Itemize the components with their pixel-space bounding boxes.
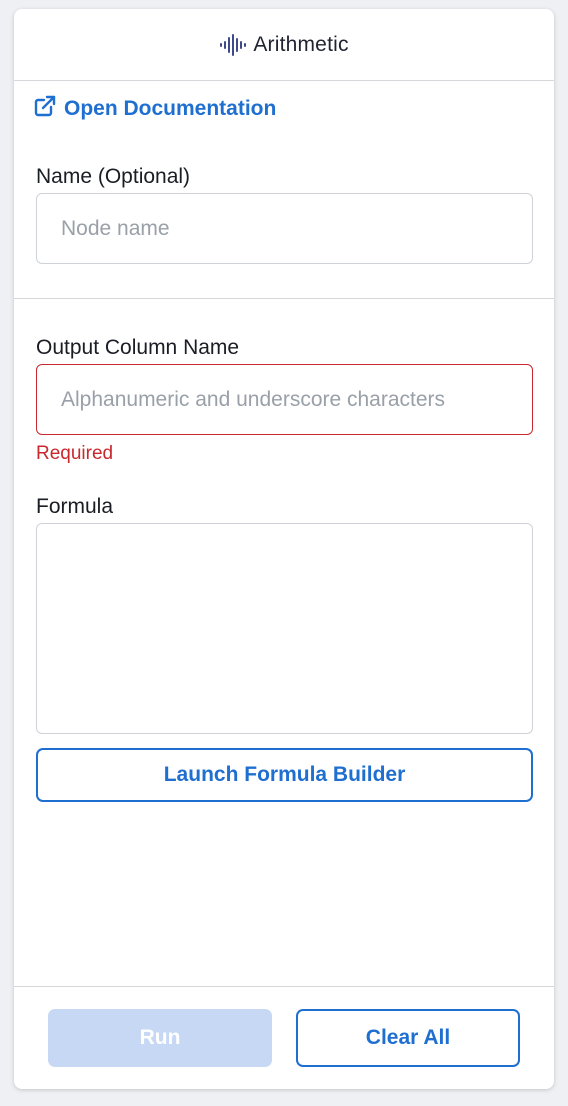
output-column-label: Output Column Name bbox=[36, 336, 240, 359]
node-name-input[interactable] bbox=[36, 193, 533, 264]
arithmetic-panel: Arithmetic Open Documentation Name (Opti… bbox=[14, 9, 554, 1089]
run-button[interactable]: Run bbox=[48, 1009, 272, 1067]
launch-formula-builder-button[interactable]: Launch Formula Builder bbox=[36, 748, 533, 802]
external-link-icon bbox=[34, 95, 56, 123]
formula-textarea[interactable] bbox=[36, 523, 533, 734]
footer-divider bbox=[14, 986, 554, 987]
panel-header: Arithmetic bbox=[14, 9, 554, 81]
output-column-input[interactable] bbox=[36, 364, 533, 435]
panel-title: Arithmetic bbox=[253, 32, 349, 56]
clear-all-button[interactable]: Clear All bbox=[296, 1009, 520, 1067]
formula-label: Formula bbox=[36, 495, 114, 518]
section-divider bbox=[14, 298, 554, 299]
output-column-error: Required bbox=[36, 443, 114, 464]
open-documentation-label: Open Documentation bbox=[64, 97, 277, 120]
waveform-icon bbox=[219, 33, 247, 56]
open-documentation-link[interactable]: Open Documentation bbox=[34, 95, 276, 123]
name-label: Name (Optional) bbox=[36, 165, 191, 188]
